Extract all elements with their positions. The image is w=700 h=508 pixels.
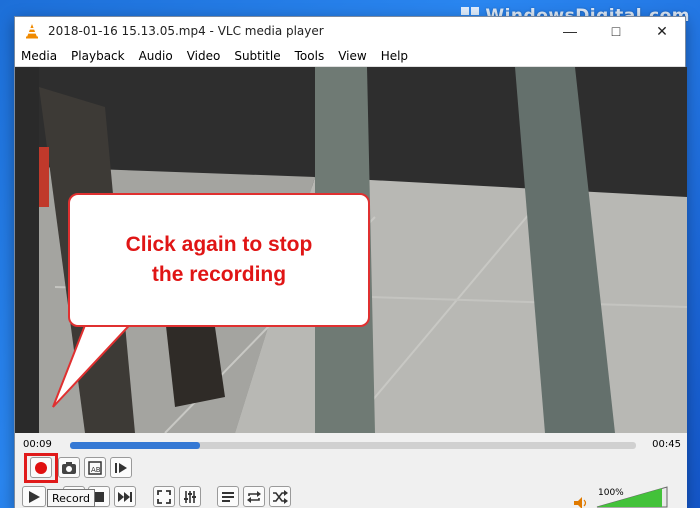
menu-tools[interactable]: Tools [288,49,332,63]
loop-icon [247,490,261,503]
current-time: 00:09 [23,439,52,450]
snapshot-icon [62,461,76,474]
menu-subtitle[interactable]: Subtitle [227,49,287,63]
vlc-window: 2018-01-16 15.13.05.mp4 - VLC media play… [14,16,687,508]
title-bar[interactable]: 2018-01-16 15.13.05.mp4 - VLC media play… [15,17,685,45]
vlc-cone-icon [26,24,38,39]
snapshot-button[interactable] [58,457,80,478]
play-button[interactable] [22,486,46,507]
loop-button[interactable] [243,486,265,507]
maximize-button[interactable]: □ [593,17,639,45]
total-time: 00:45 [652,439,681,450]
minimize-icon: — [563,23,577,39]
seek-row: 00:09 00:45 [15,437,687,453]
extended-settings-button[interactable] [179,486,201,507]
shuffle-button[interactable] [269,486,291,507]
menu-media[interactable]: Media [15,49,64,63]
fullscreen-button[interactable] [153,486,175,507]
seek-bar[interactable] [70,442,636,449]
volume-icon[interactable] [574,497,588,508]
next-icon [118,491,132,502]
svg-text:AB: AB [91,466,101,474]
close-button[interactable]: ✕ [639,17,685,45]
shuffle-icon [273,489,288,504]
callout-line-1: Click again to stop [125,233,313,256]
window-title: 2018-01-16 15.13.05.mp4 - VLC media play… [48,24,324,38]
maximize-icon: □ [611,23,621,39]
menu-bar: Media Playback Audio Video Subtitle Tool… [15,45,685,67]
callout-line-2: the recording [151,263,287,286]
play-icon [29,490,40,503]
callout-bubble: Click again to stop the recording [68,193,370,327]
fullscreen-icon [157,489,171,504]
controls-panel: 00:09 00:45 AB Record 100% [15,433,687,508]
record-highlight [24,453,58,483]
minimize-button[interactable]: — [547,17,593,45]
seek-progress [70,442,201,449]
next-button[interactable] [114,486,136,507]
close-icon: ✕ [656,22,668,39]
loop-ab-icon: AB [88,460,102,475]
loop-ab-button[interactable]: AB [84,457,106,478]
callout-tail [52,313,141,408]
volume-slider[interactable] [595,485,671,508]
frame-step-icon [115,462,127,473]
menu-help[interactable]: Help [374,49,415,63]
menu-video[interactable]: Video [180,49,228,63]
extended-settings-icon [184,490,196,503]
playlist-icon [222,491,234,502]
playlist-button[interactable] [217,486,239,507]
menu-playback[interactable]: Playback [64,49,132,63]
menu-view[interactable]: View [331,49,373,63]
menu-audio[interactable]: Audio [132,49,180,63]
record-tooltip: Record [47,489,96,507]
frame-step-button[interactable] [110,457,132,478]
